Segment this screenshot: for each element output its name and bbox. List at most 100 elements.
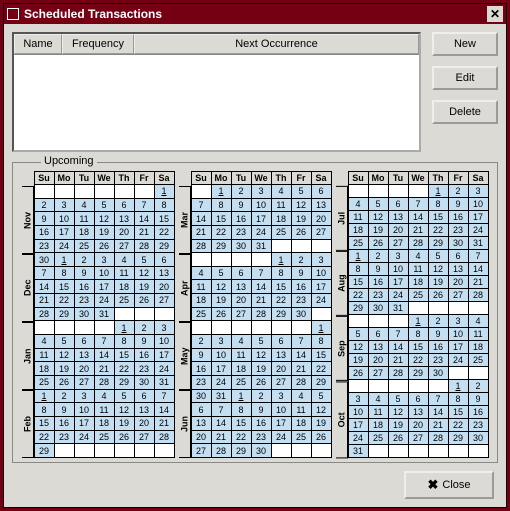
calendar-day-cell[interactable]: 10	[271, 403, 291, 417]
calendar-day-cell[interactable]: 7	[428, 393, 448, 406]
calendar-day-cell[interactable]: 9	[34, 212, 54, 226]
calendar-day-cell[interactable]: 25	[34, 375, 54, 389]
calendar-day-cell[interactable]: 5	[251, 335, 271, 349]
calendar-day-cell[interactable]: 14	[34, 280, 54, 294]
calendar-day-cell[interactable]: 15	[271, 280, 291, 294]
calendar-day-cell[interactable]: 7	[154, 389, 174, 403]
calendar-day-cell[interactable]: 25	[94, 430, 114, 444]
calendar-day-cell[interactable]: 8	[211, 198, 231, 212]
calendar-day-cell[interactable]: 6	[231, 266, 251, 280]
calendar-day-cell[interactable]: 3	[154, 321, 174, 335]
calendar-day-cell[interactable]: 13	[191, 416, 211, 430]
calendar-day-cell[interactable]: 21	[154, 416, 174, 430]
edit-button[interactable]: Edit	[432, 66, 498, 90]
calendar-day-cell[interactable]	[191, 253, 211, 267]
calendar-day-cell[interactable]: 16	[251, 416, 271, 430]
calendar-day-cell[interactable]: 2	[34, 198, 54, 212]
calendar-day-cell[interactable]: 2	[54, 389, 74, 403]
calendar-day-cell[interactable]: 22	[211, 225, 231, 239]
calendar-day-cell[interactable]: 25	[114, 294, 134, 308]
calendar-day-cell[interactable]: 18	[114, 280, 134, 294]
titlebar-close-icon[interactable]: ✕	[487, 6, 503, 22]
calendar-day-cell[interactable]: 13	[134, 403, 154, 417]
calendar-day-cell[interactable]: 23	[74, 294, 94, 308]
calendar-day-cell[interactable]	[388, 380, 408, 393]
calendar-day-cell[interactable]: 5	[311, 389, 331, 403]
calendar-day-cell[interactable]: 21	[191, 225, 211, 239]
calendar-day-cell[interactable]	[94, 444, 114, 458]
column-header-next-occurrence[interactable]: Next Occurrence	[134, 34, 419, 54]
calendar-day-cell[interactable]	[54, 185, 74, 199]
calendar-day-cell[interactable]: 24	[94, 294, 114, 308]
calendar-day-cell[interactable]: 30	[134, 375, 154, 389]
calendar-day-cell[interactable]: 17	[468, 211, 488, 224]
calendar-day-cell[interactable]: 25	[348, 237, 368, 250]
calendar-day-cell[interactable]: 11	[94, 403, 114, 417]
calendar-day-cell[interactable]: 26	[251, 375, 271, 389]
calendar-day-cell[interactable]: 25	[408, 289, 428, 302]
calendar-day-cell[interactable]: 28	[134, 239, 154, 253]
list-body[interactable]	[14, 55, 419, 150]
new-button[interactable]: New	[432, 32, 498, 56]
calendar-day-cell[interactable]: 14	[428, 406, 448, 419]
calendar-day-cell[interactable]	[34, 321, 54, 335]
calendar-day-cell[interactable]: 21	[388, 354, 408, 367]
calendar-day-cell[interactable]: 19	[211, 294, 231, 308]
calendar-day-cell[interactable]: 20	[271, 362, 291, 376]
calendar-day-cell[interactable]	[448, 302, 468, 315]
calendar-day-cell[interactable]: 6	[368, 328, 388, 341]
calendar-day-cell[interactable]: 6	[271, 335, 291, 349]
calendar-day-cell[interactable]: 20	[134, 416, 154, 430]
calendar-day-cell[interactable]: 11	[468, 328, 488, 341]
calendar-day-cell[interactable]: 29	[271, 307, 291, 321]
calendar-day-cell[interactable]: 8	[311, 335, 331, 349]
calendar-day-cell[interactable]: 1	[348, 250, 368, 263]
calendar-day-cell[interactable]: 23	[191, 375, 211, 389]
calendar-day-cell[interactable]: 27	[271, 375, 291, 389]
calendar-day-cell[interactable]	[311, 239, 331, 253]
calendar-day-cell[interactable]: 7	[34, 266, 54, 280]
calendar-day-cell[interactable]: 2	[368, 250, 388, 263]
calendar-day-cell[interactable]: 15	[408, 341, 428, 354]
calendar-day-cell[interactable]	[291, 321, 311, 335]
calendar-day-cell[interactable]: 16	[74, 280, 94, 294]
calendar-day-cell[interactable]: 28	[388, 367, 408, 380]
calendar-day-cell[interactable]: 12	[388, 406, 408, 419]
calendar-day-cell[interactable]: 27	[311, 225, 331, 239]
calendar-day-cell[interactable]: 29	[348, 302, 368, 315]
calendar-day-cell[interactable]: 23	[428, 354, 448, 367]
calendar-day-cell[interactable]: 30	[291, 307, 311, 321]
calendar-day-cell[interactable]: 13	[448, 263, 468, 276]
calendar-day-cell[interactable]: 13	[114, 212, 134, 226]
calendar-day-cell[interactable]	[348, 185, 368, 198]
delete-button[interactable]: Delete	[432, 100, 498, 124]
calendar-day-cell[interactable]: 7	[468, 250, 488, 263]
calendar-day-cell[interactable]: 12	[428, 263, 448, 276]
calendar-day-cell[interactable]	[388, 445, 408, 458]
calendar-day-cell[interactable]: 30	[34, 253, 54, 267]
calendar-day-cell[interactable]: 22	[231, 430, 251, 444]
calendar-day-cell[interactable]: 29	[311, 375, 331, 389]
calendar-day-cell[interactable]: 4	[271, 185, 291, 199]
calendar-day-cell[interactable]: 10	[74, 403, 94, 417]
calendar-day-cell[interactable]: 11	[271, 198, 291, 212]
calendar-day-cell[interactable]	[114, 307, 134, 321]
calendar-day-cell[interactable]: 16	[34, 225, 54, 239]
calendar-day-cell[interactable]: 29	[428, 237, 448, 250]
titlebar[interactable]: Scheduled Transactions ✕	[4, 4, 506, 24]
calendar-day-cell[interactable]: 24	[448, 354, 468, 367]
calendar-day-cell[interactable]: 27	[408, 432, 428, 445]
calendar-day-cell[interactable]: 25	[368, 432, 388, 445]
calendar-day-cell[interactable]: 5	[134, 253, 154, 267]
calendar-day-cell[interactable]: 1	[231, 389, 251, 403]
calendar-day-cell[interactable]	[348, 380, 368, 393]
transactions-list[interactable]: Name Frequency Next Occurrence	[12, 32, 421, 152]
calendar-day-cell[interactable]: 9	[191, 348, 211, 362]
calendar-day-cell[interactable]: 22	[114, 362, 134, 376]
calendar-day-cell[interactable]: 21	[428, 419, 448, 432]
calendar-day-cell[interactable]: 21	[134, 225, 154, 239]
calendar-day-cell[interactable]	[428, 445, 448, 458]
calendar-day-cell[interactable]: 24	[54, 239, 74, 253]
calendar-day-cell[interactable]: 30	[368, 302, 388, 315]
calendar-day-cell[interactable]: 22	[408, 354, 428, 367]
